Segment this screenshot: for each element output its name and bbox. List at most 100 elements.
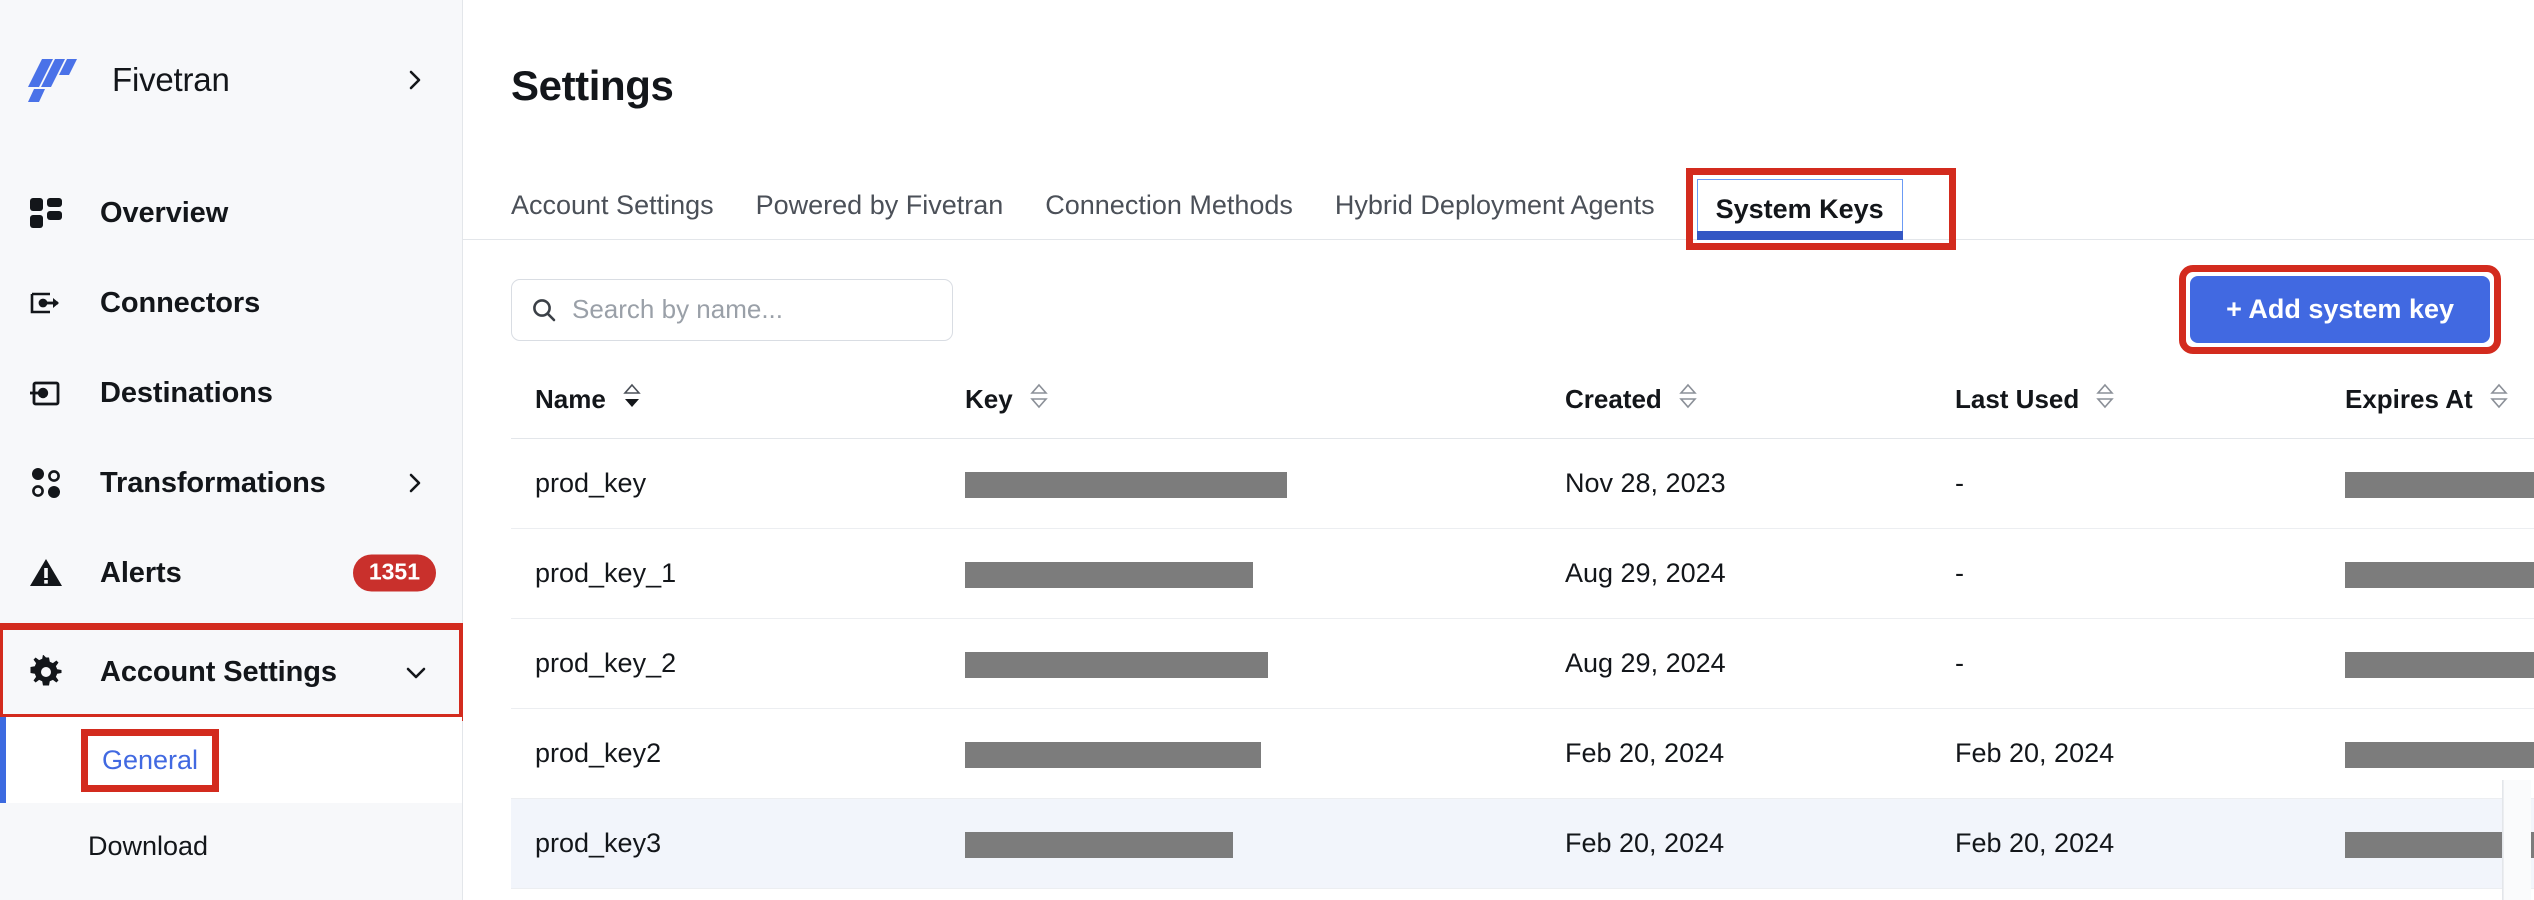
redacted-expires-bar <box>2345 471 2534 498</box>
cell-last-used: Feb 20, 2024 <box>1931 708 2321 799</box>
cell-name: prod_key <box>511 438 941 529</box>
tab-account-settings[interactable]: Account Settings <box>511 190 714 239</box>
cell-expires-at <box>2321 438 2534 529</box>
table-row[interactable]: prod_key_2 Aug 29, 2024- <box>511 618 2534 709</box>
redacted-key-bar <box>965 831 1233 858</box>
table-row[interactable]: prod_key2 Feb 20, 2024 Feb 20, 2024 <box>511 708 2534 799</box>
column-label: Created <box>1565 384 1662 414</box>
sort-arrows-icon[interactable] <box>1029 383 1049 416</box>
sidebar-item-general[interactable]: General <box>0 717 462 803</box>
sidebar-subitem-label: General <box>102 744 199 775</box>
sidebar-item-label: Alerts <box>100 556 182 589</box>
search-icon <box>530 296 558 324</box>
system-keys-table-wrap: Name Key Created Last Used Expires At pr… <box>463 343 2534 900</box>
page-title: Settings <box>511 62 674 109</box>
cell-last-used: Feb 20, 2024 <box>1931 798 2321 889</box>
sidebar-item-overview[interactable]: Overview <box>0 168 462 258</box>
tab-hybrid-deployment-agents[interactable]: Hybrid Deployment Agents <box>1335 190 1655 239</box>
cell-expires-at <box>2321 618 2534 709</box>
chevron-down-icon[interactable] <box>404 661 426 683</box>
cell-created: Feb 20, 2024 <box>1541 708 1931 799</box>
redacted-expires-bar <box>2345 741 2534 768</box>
system-keys-highlight-box: System Keys <box>1685 168 1956 250</box>
table-row[interactable]: prod_key_1 Aug 29, 2024- <box>511 528 2534 619</box>
cell-name: prod_key3 <box>511 798 941 889</box>
column-label: Name <box>535 384 606 414</box>
sidebar-item-alerts[interactable]: Alerts 1351 <box>0 528 462 618</box>
cell-last-used: - <box>1931 438 2321 529</box>
add-system-key-button[interactable]: + Add system key <box>2190 276 2490 343</box>
cell-key <box>941 438 1541 529</box>
connector-icon <box>18 275 74 331</box>
chevron-right-icon[interactable] <box>404 69 426 91</box>
column-header-key[interactable]: Key <box>941 373 1541 439</box>
sidebar-subitem-label: Download <box>88 830 209 861</box>
sort-arrows-icon[interactable] <box>2095 383 2115 416</box>
cell-name: prod_key_1 <box>511 528 941 619</box>
fivetran-logo-icon <box>22 49 84 111</box>
table-header-row: Name Key Created Last Used Expires At <box>511 373 2534 439</box>
column-header-expires-at[interactable]: Expires At <box>2321 373 2534 439</box>
chevron-right-icon[interactable] <box>404 472 426 494</box>
sort-arrows-icon[interactable] <box>1678 383 1698 416</box>
search-box[interactable] <box>511 278 953 341</box>
cell-key <box>941 708 1541 799</box>
cell-name: prod_key2 <box>511 708 941 799</box>
brand-header[interactable]: Fivetran <box>0 0 462 160</box>
cell-name: prod_key_2 <box>511 618 941 709</box>
app-root: Fivetran Overview Connectors Destination… <box>0 0 2534 900</box>
sidebar-item-connectors[interactable]: Connectors <box>0 258 462 348</box>
cell-created: Aug 29, 2024 <box>1541 618 1931 709</box>
gear-icon <box>18 644 74 700</box>
redacted-key-bar <box>965 561 1253 588</box>
table-row[interactable]: prod_key3 Feb 20, 2024 Feb 20, 2024 <box>511 798 2534 889</box>
sidebar-item-label: Transformations <box>100 466 326 499</box>
sidebar: Fivetran Overview Connectors Destination… <box>0 0 466 900</box>
redacted-key-bar <box>965 651 1268 678</box>
add-system-key-highlight-box: + Add system key <box>2179 265 2501 354</box>
tab-connection-methods[interactable]: Connection Methods <box>1045 190 1293 239</box>
sidebar-item-destinations[interactable]: Destinations <box>0 348 462 438</box>
column-label: Expires At <box>2345 384 2473 414</box>
alerts-count-badge: 1351 <box>352 554 436 592</box>
sidebar-item-transformations[interactable]: Transformations <box>0 438 462 528</box>
system-keys-table: Name Key Created Last Used Expires At pr… <box>511 373 2534 889</box>
redacted-key-bar <box>965 741 1261 768</box>
sidebar-item-label: Destinations <box>100 376 273 409</box>
column-header-created[interactable]: Created <box>1541 373 1931 439</box>
table-toolbar: + Add system key <box>463 240 2534 354</box>
cell-created: Feb 20, 2024 <box>1541 798 1931 889</box>
redacted-key-bar <box>965 471 1287 498</box>
brand-name: Fivetran <box>112 61 230 98</box>
dashboard-grid-icon <box>18 185 74 241</box>
table-row[interactable]: prod_key Nov 28, 2023- <box>511 438 2534 529</box>
column-label: Key <box>965 384 1013 414</box>
cell-created: Aug 29, 2024 <box>1541 528 1931 619</box>
cell-expires-at <box>2321 528 2534 619</box>
search-input[interactable] <box>572 294 934 325</box>
sort-arrows-icon[interactable] <box>2489 383 2509 416</box>
sidebar-item-label: Connectors <box>100 286 261 319</box>
cell-key <box>941 528 1541 619</box>
table-body: prod_key Nov 28, 2023- prod_key_1 Aug 29, 2… <box>511 438 2534 889</box>
column-label: Last Used <box>1955 384 2080 414</box>
cell-key <box>941 798 1541 889</box>
sidebar-item-download[interactable]: Download <box>0 803 462 889</box>
tab-powered-by-fivetran[interactable]: Powered by Fivetran <box>756 190 1004 239</box>
column-header-last-used[interactable]: Last Used <box>1931 373 2321 439</box>
primary-nav: Overview Connectors Destinations Transfo… <box>0 160 466 889</box>
sidebar-item-account-settings[interactable]: Account Settings <box>0 623 466 721</box>
sidebar-item-label: Overview <box>100 196 229 229</box>
destination-icon <box>18 365 74 421</box>
tab-system-keys[interactable]: System Keys <box>1696 179 1903 240</box>
account-settings-subnav: General <box>0 717 462 803</box>
redacted-expires-bar <box>2345 561 2534 588</box>
cell-last-used: - <box>1931 528 2321 619</box>
redacted-expires-bar <box>2345 651 2534 678</box>
sidebar-item-label: Account Settings <box>100 655 337 688</box>
column-header-name[interactable]: Name <box>511 373 941 439</box>
vertical-scrollbar[interactable] <box>2503 780 2531 900</box>
cell-last-used: - <box>1931 618 2321 709</box>
sort-arrows-icon[interactable] <box>622 383 642 416</box>
transformations-dots-icon <box>18 455 74 511</box>
